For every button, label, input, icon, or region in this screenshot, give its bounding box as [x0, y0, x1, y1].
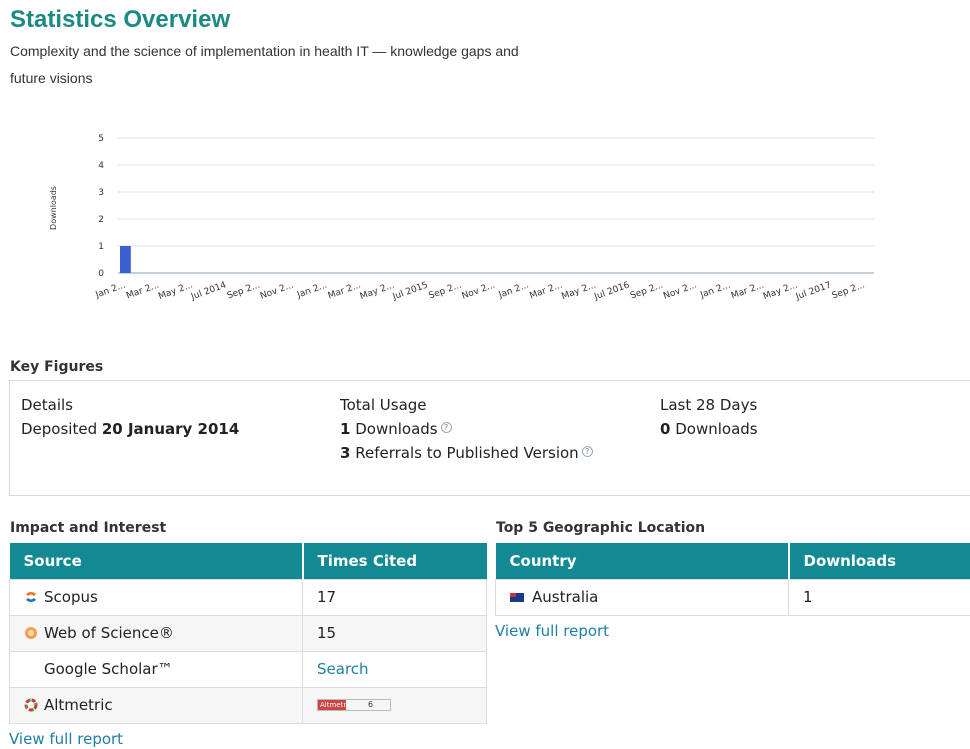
page-subtitle: Complexity and the science of implementa… [10, 43, 519, 86]
x-tick-label: Jan 2... [295, 280, 329, 300]
details-label: Details [21, 396, 74, 414]
x-tick-label: Jul 2014 [189, 280, 228, 302]
chart-bar[interactable] [120, 246, 131, 273]
last-28-days-column: Last 28 Days 0 Downloads [660, 393, 758, 441]
source-name: Google Scholar™ [44, 660, 173, 678]
x-tick-label: Mar 2... [327, 280, 363, 301]
x-tick-label: Mar 2... [730, 280, 766, 301]
table-row: Australia 1 [495, 578, 970, 616]
cited-cell: 15 [302, 614, 487, 652]
google-scholar-search-link[interactable]: Search [302, 650, 487, 688]
geo-heading: Top 5 Geographic Location [496, 520, 706, 536]
last-28-days-label: Last 28 Days [660, 396, 758, 414]
help-icon[interactable]: ? [581, 446, 593, 457]
col-header-country[interactable]: Country [495, 543, 790, 579]
country-cell: Australia [495, 578, 789, 616]
y-tick-label: 5 [98, 134, 104, 144]
x-tick-label: Sep 2... [226, 280, 262, 301]
web-of-science-icon [25, 627, 37, 639]
source-name: Web of Science® [44, 624, 174, 642]
last-28-days-line: 0 Downloads [660, 417, 758, 441]
x-tick-label: Mar 2... [125, 280, 161, 301]
y-tick-label: 1 [98, 242, 104, 252]
referrals-label: Referrals to Published Version [355, 444, 579, 462]
y-tick-label: 3 [98, 188, 104, 198]
impact-table: Source Times Cited Scopus 17 Web of Scie… [9, 543, 487, 724]
australia-flag-icon [510, 593, 524, 602]
referrals-line: 3 Referrals to Published Version? [340, 441, 593, 465]
source-cell: Altmetric [9, 686, 303, 724]
x-tick-label: May 2... [560, 280, 597, 302]
source-name: Scopus [44, 588, 98, 606]
downloads-label: Downloads [355, 420, 438, 438]
details-column: Details Deposited 20 January 2014 [21, 393, 239, 441]
chart-y-axis-label: Downloads [49, 186, 58, 230]
geo-table: Country Downloads Australia 1 [495, 543, 970, 616]
table-row: Scopus 17 [9, 578, 487, 616]
altmetric-score: 6 [368, 700, 374, 709]
help-icon[interactable]: ? [440, 422, 452, 433]
x-tick-label: Mar 2... [528, 280, 564, 301]
x-tick-label: Jul 2015 [391, 280, 430, 302]
x-tick-label: Jul 2016 [592, 280, 631, 302]
x-tick-label: May 2... [157, 280, 194, 302]
downloads-count: 1 [340, 420, 351, 438]
impact-heading: Impact and Interest [10, 520, 167, 536]
last-28-days-downloads-label: Downloads [675, 420, 758, 438]
cited-cell: 17 [302, 578, 487, 616]
x-tick-label: Nov 2... [461, 280, 497, 301]
source-cell: Web of Science® [9, 614, 303, 652]
deposited-date: 20 January 2014 [101, 420, 240, 438]
x-tick-label: Sep 2... [831, 280, 867, 301]
chart-bars [120, 246, 131, 273]
total-usage-column: Total Usage 1 Downloads? 3 Referrals to … [340, 393, 593, 465]
y-tick-label: 2 [98, 215, 104, 225]
x-tick-label: Nov 2... [662, 280, 698, 301]
geo-view-full-report-link[interactable]: View full report [495, 622, 609, 640]
altmetric-badge-label: Altmetric [318, 700, 353, 710]
source-cell: Scopus [9, 578, 303, 616]
x-tick-label: Jan 2... [497, 280, 531, 300]
y-tick-label: 4 [98, 161, 104, 171]
total-usage-label: Total Usage [340, 396, 427, 414]
x-tick-label: Nov 2... [259, 280, 295, 301]
table-row: Google Scholar™ Search [9, 650, 487, 688]
altmetric-icon [24, 698, 38, 712]
y-tick-label: 0 [98, 269, 104, 279]
source-name: Altmetric [44, 696, 113, 714]
country-name: Australia [532, 588, 599, 606]
key-figures-heading: Key Figures [10, 359, 104, 375]
downloads-chart: 543210 Jan 2...Mar 2...May 2...Jul 2014S… [49, 134, 874, 303]
source-cell: Google Scholar™ [9, 650, 303, 688]
deposited-prefix: Deposited [21, 420, 98, 438]
impact-view-full-report-link[interactable]: View full report [9, 730, 123, 748]
x-tick-label: Sep 2... [428, 280, 464, 301]
col-header-times-cited[interactable]: Times Cited [302, 543, 487, 579]
deposited-line: Deposited 20 January 2014 [21, 417, 239, 441]
x-tick-label: May 2... [762, 280, 799, 302]
x-tick-label: Jan 2... [93, 280, 127, 300]
table-row: Web of Science® 15 [9, 614, 487, 652]
last-28-days-count: 0 [660, 420, 671, 438]
key-figures-panel: Details Deposited 20 January 2014 Total … [9, 380, 970, 496]
col-header-source[interactable]: Source [9, 543, 304, 579]
scopus-icon [26, 592, 36, 602]
chart-y-ticks: 5 4 3 2 1 0 [98, 134, 104, 279]
altmetric-badge[interactable]: Altmetric 6 [317, 699, 391, 711]
downloads-cell: 1 [788, 578, 970, 616]
downloads-line: 1 Downloads? [340, 417, 593, 441]
x-tick-label: Jan 2... [698, 280, 732, 300]
table-row: Altmetric Altmetric 6 [9, 686, 487, 724]
page-title: Statistics Overview [10, 6, 231, 33]
x-tick-label: Sep 2... [629, 280, 665, 301]
col-header-downloads[interactable]: Downloads [788, 543, 970, 579]
altmetric-badge-cell[interactable]: Altmetric 6 [302, 686, 487, 724]
chart-gridlines [118, 137, 874, 274]
x-tick-label: May 2... [359, 280, 396, 302]
referrals-count: 3 [340, 444, 351, 462]
x-tick-label: Jul 2017 [794, 280, 833, 302]
chart-x-ticks: Jan 2...Mar 2...May 2...Jul 2014Sep 2...… [93, 280, 866, 302]
